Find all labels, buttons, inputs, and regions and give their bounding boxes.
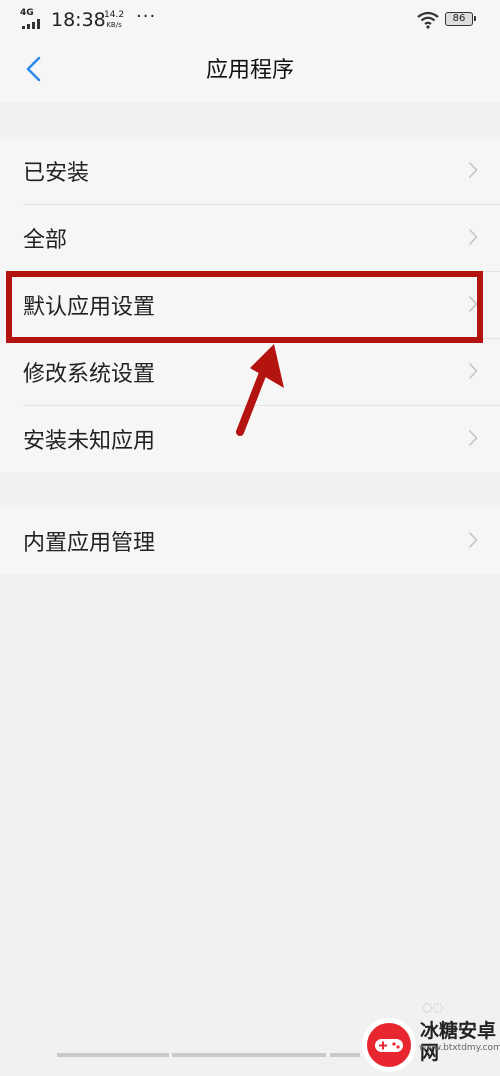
network-speed-unit: KB/s bbox=[106, 21, 122, 29]
list-item-builtin-app-management[interactable]: 内置应用管理 bbox=[0, 507, 500, 574]
chevron-right-icon bbox=[468, 228, 478, 246]
game-controller-icon bbox=[367, 1023, 411, 1067]
signal-icon bbox=[22, 19, 40, 29]
watermark-title: 冰糖安卓网 bbox=[420, 1020, 497, 1064]
list-item-label: 修改系统设置 bbox=[23, 361, 156, 387]
decorative-dots: ◌◌ bbox=[422, 1000, 443, 1014]
settings-group-builtin: 内置应用管理 bbox=[0, 507, 500, 574]
network-type: 4G bbox=[20, 8, 34, 18]
nav-hint-bar-right bbox=[330, 1053, 360, 1057]
list-item-label: 默认应用设置 bbox=[23, 294, 156, 320]
list-item-default-apps[interactable]: 默认应用设置 bbox=[0, 271, 500, 338]
chevron-right-icon bbox=[468, 295, 478, 313]
chevron-right-icon bbox=[468, 362, 478, 380]
more-notifications-icon: ··· bbox=[136, 6, 157, 27]
clock: 18:38 bbox=[51, 9, 106, 31]
list-item-modify-system-settings[interactable]: 修改系统设置 bbox=[0, 338, 500, 405]
list-item-label: 内置应用管理 bbox=[23, 530, 156, 556]
chevron-right-icon bbox=[468, 429, 478, 447]
watermark-url: www.btxtdmy.com bbox=[419, 1043, 500, 1053]
battery-level: 86 bbox=[452, 13, 466, 24]
chevron-right-icon bbox=[468, 161, 478, 179]
list-item-installed[interactable]: 已安装 bbox=[0, 137, 500, 204]
wifi-icon bbox=[417, 11, 439, 29]
list-item-label: 已安装 bbox=[23, 160, 90, 186]
app-header: 应用程序 bbox=[0, 40, 500, 102]
list-item-all[interactable]: 全部 bbox=[0, 204, 500, 271]
chevron-right-icon bbox=[468, 531, 478, 549]
page-title: 应用程序 bbox=[205, 58, 294, 83]
network-speed-value: 14.2 bbox=[104, 10, 125, 20]
list-item-label: 安装未知应用 bbox=[23, 428, 156, 454]
logo bbox=[362, 1018, 416, 1072]
chevron-left-icon[interactable] bbox=[14, 50, 54, 90]
battery-icon: 86 bbox=[445, 12, 476, 26]
list-item-label: 全部 bbox=[23, 227, 68, 253]
network-speed: 14.2 KB/s bbox=[104, 10, 124, 30]
nav-hint-bar-left bbox=[57, 1053, 169, 1057]
list-item-install-unknown-apps[interactable]: 安装未知应用 bbox=[0, 405, 500, 472]
settings-group-apps: 已安装 全部 默认应用设置 修改系统设置 安装未知应用 bbox=[0, 137, 500, 472]
status-bar: 4G 18:38 14.2 KB/s ··· 86 bbox=[0, 0, 500, 40]
nav-hint-bar-middle bbox=[172, 1053, 326, 1057]
